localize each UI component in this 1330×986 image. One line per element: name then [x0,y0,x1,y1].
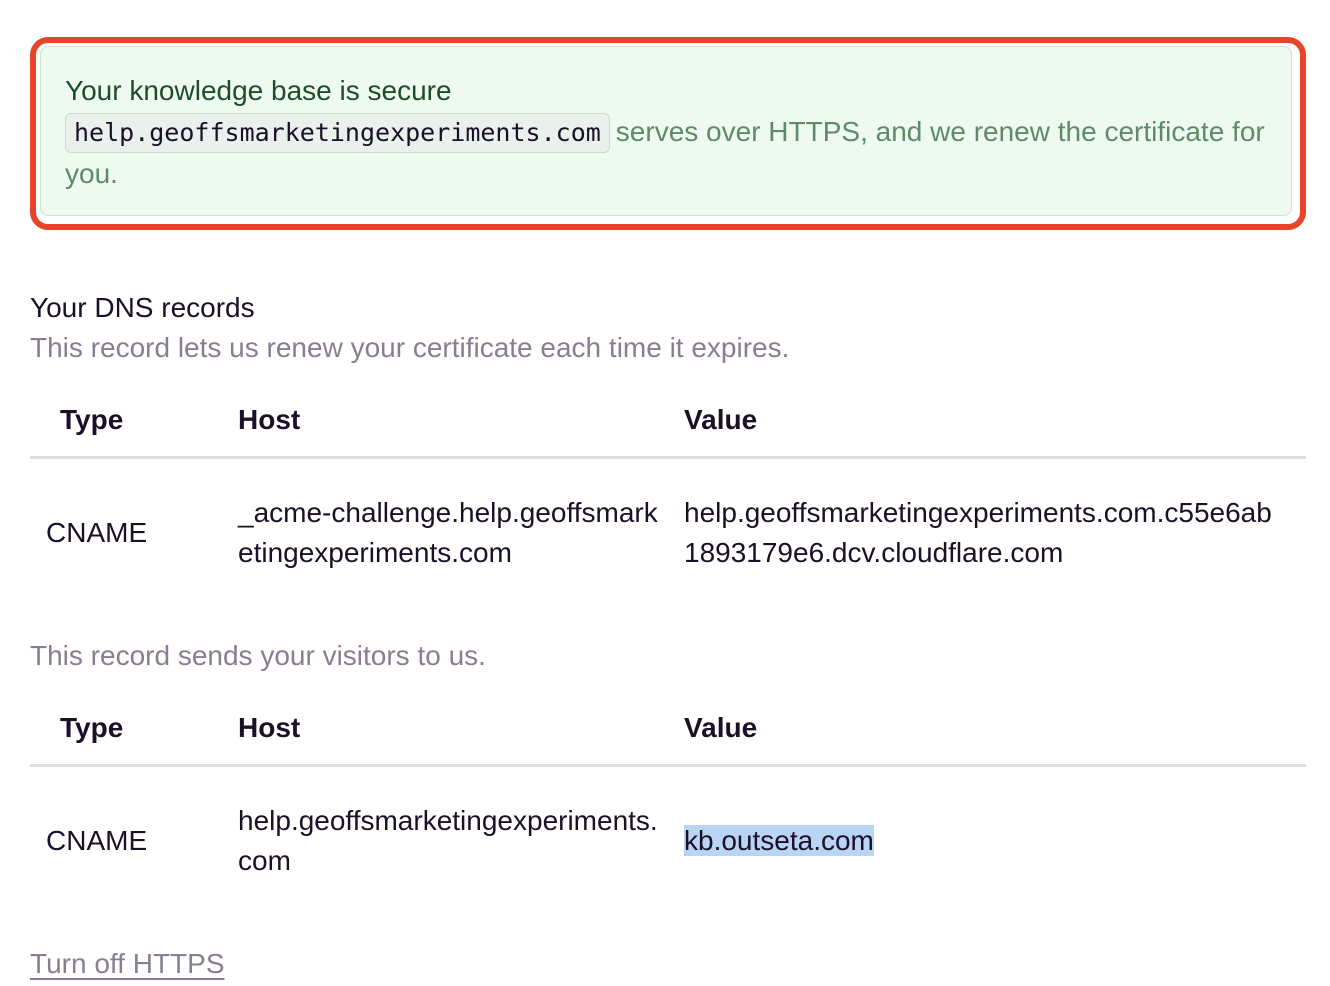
acme-dns-table: Type Host Value CNAME _acme-challenge.he… [30,384,1306,605]
table-row: CNAME help.geoffsmarketingexperiments.co… [30,767,1306,913]
column-header-type: Type [60,404,124,435]
turn-off-https-link[interactable]: Turn off HTTPS [30,944,225,984]
table-row: CNAME _acme-challenge.help.geoffsmarketi… [30,459,1306,605]
table-header: Type Host Value [30,692,1306,767]
table-header: Type Host Value [30,384,1306,459]
column-header-host: Host [238,404,301,435]
column-header-type: Type [60,712,124,743]
column-header-value: Value [684,404,758,435]
visitor-dns-table: Type Host Value CNAME help.geoffsmarketi… [30,692,1306,913]
column-header-host: Host [238,712,301,743]
record-value[interactable]: help.geoffsmarketingexperiments.com.c55e… [684,493,1284,573]
selected-value-text[interactable]: kb.outseta.com [684,825,874,856]
record-host[interactable]: help.geoffsmarketingexperiments.com [238,801,658,881]
banner-highlight-outline [30,37,1306,230]
dns-records-title: Your DNS records [30,292,255,323]
record-type: CNAME [46,825,148,856]
record-value[interactable]: kb.outseta.com [684,821,1284,861]
record-type: CNAME [46,517,148,548]
column-header-value: Value [684,712,758,743]
acme-record-description: This record lets us renew your certifica… [30,332,790,363]
record-host[interactable]: _acme-challenge.help.geoffsmarketingexpe… [238,493,658,573]
visitor-record-description: This record sends your visitors to us. [30,640,486,671]
